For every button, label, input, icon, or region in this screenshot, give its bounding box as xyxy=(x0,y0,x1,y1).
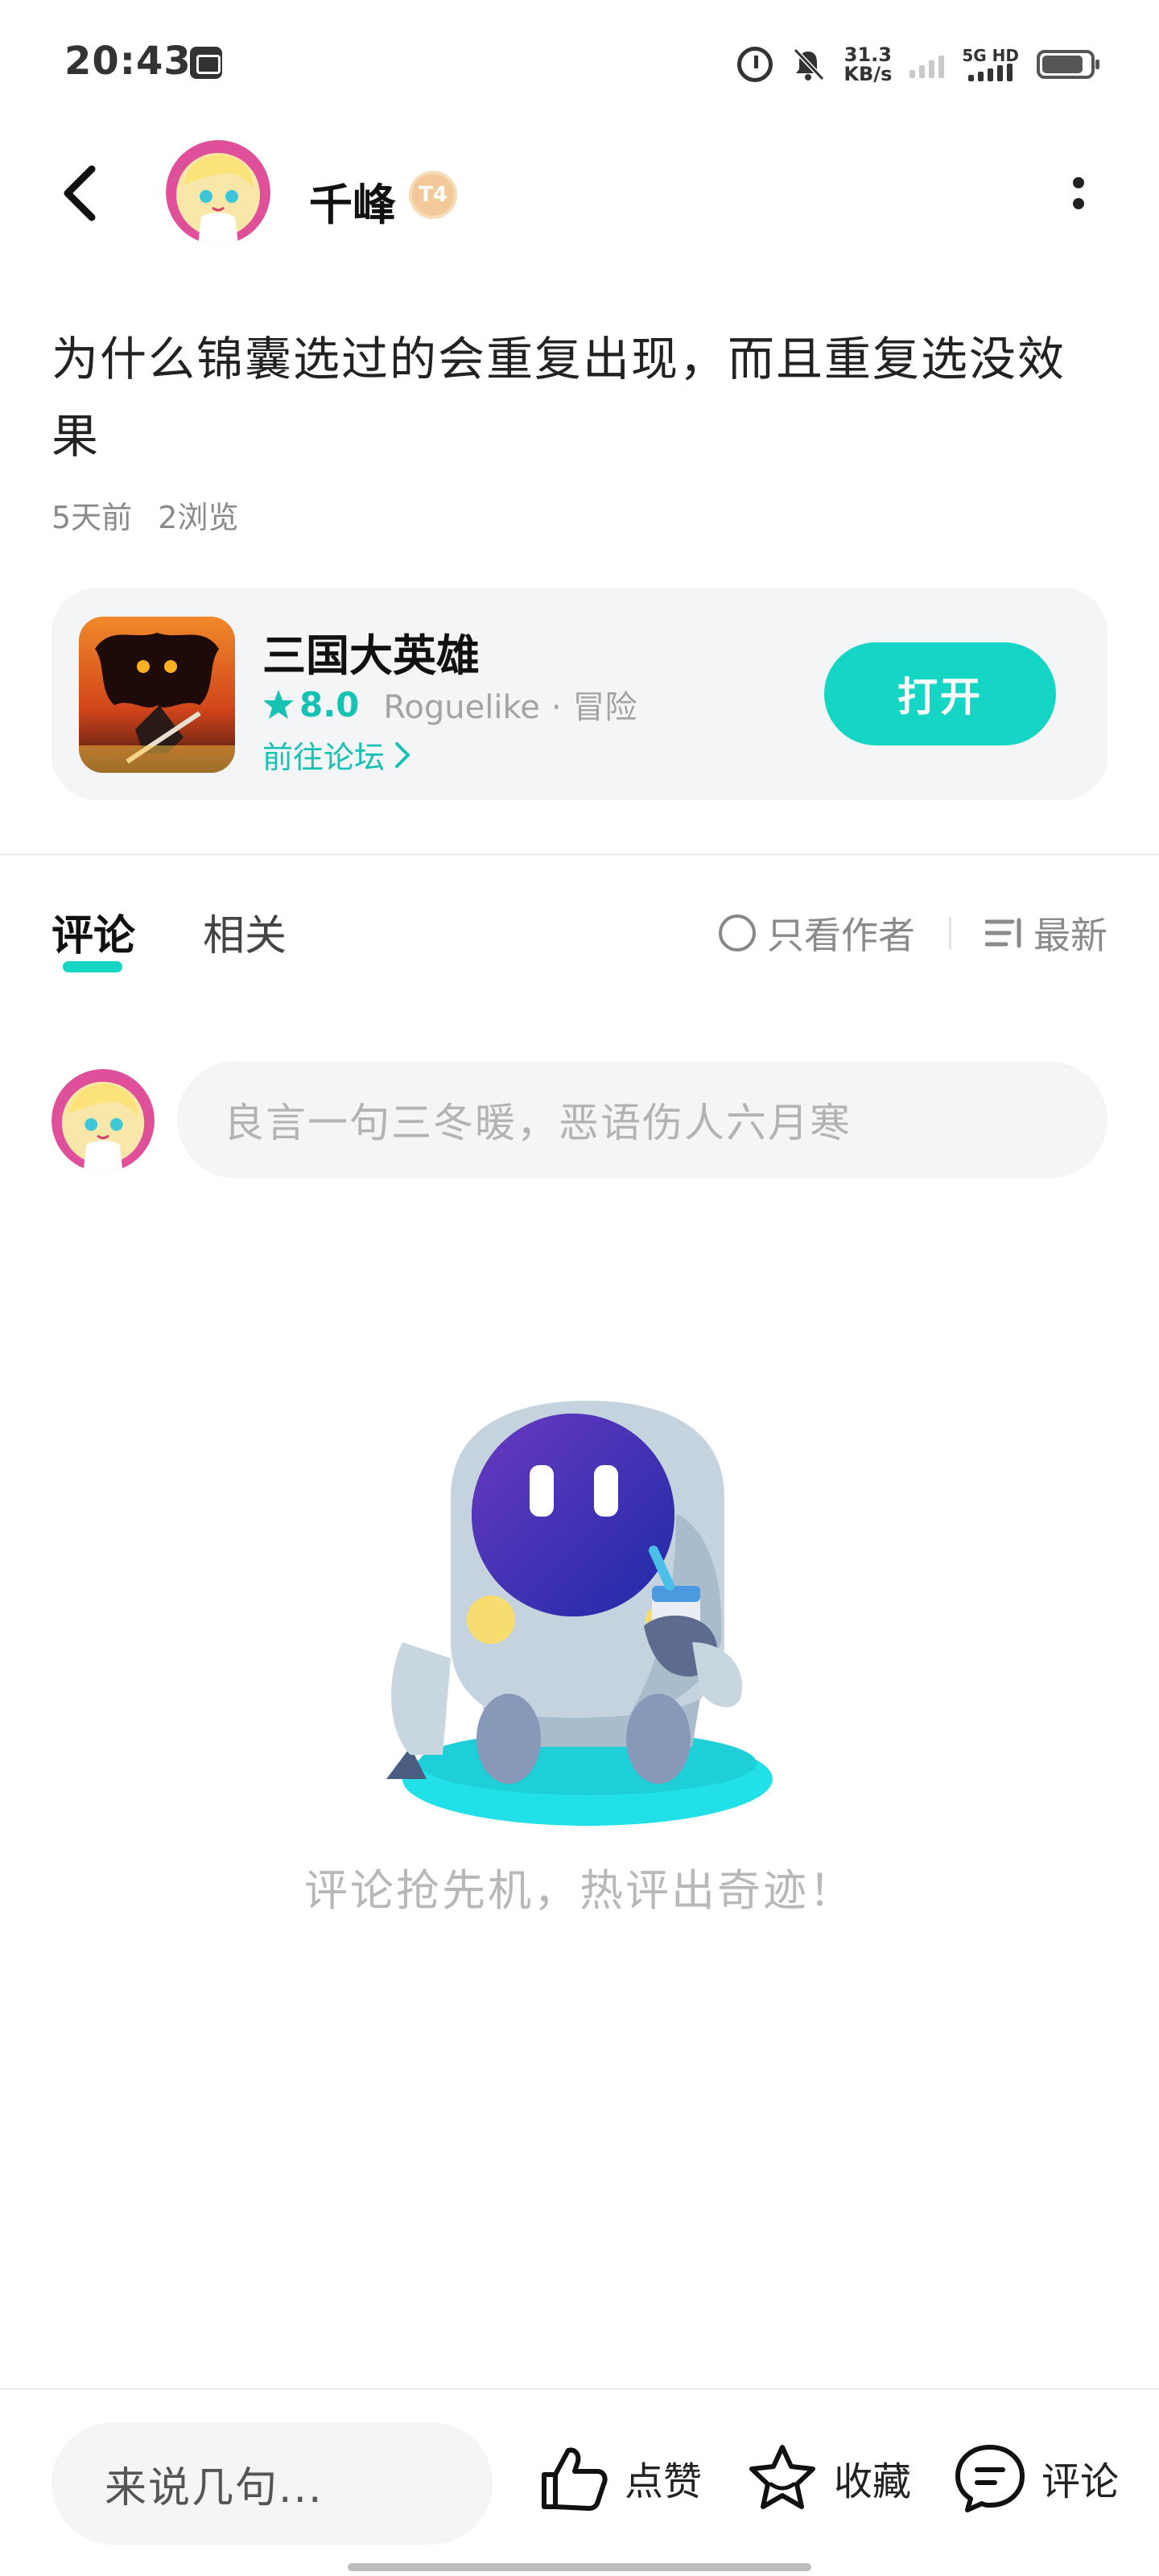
tab-comments-label: 评论 xyxy=(52,912,136,960)
author-name[interactable]: 千峰 xyxy=(309,169,396,233)
chat-bubble-icon xyxy=(955,2445,1025,2512)
post-views: 2浏览 xyxy=(158,500,239,535)
user-avatar[interactable] xyxy=(52,1069,155,1172)
network-type: 5G HD xyxy=(962,46,1019,65)
empty-state-message: 评论抢先机，热评出奇迹！ xyxy=(304,1865,855,1916)
forum-link[interactable]: 前往论坛 xyxy=(262,733,412,777)
like-label: 点赞 xyxy=(625,2459,703,2504)
comment-input[interactable]: 良言一句三冬暖，恶语伤人六月寒 xyxy=(177,1061,1107,1179)
level-badge: T4 xyxy=(409,171,457,219)
cellular-signal-icon: 5G HD xyxy=(962,47,1019,81)
filter-separator xyxy=(949,917,951,949)
sort-label: 最新 xyxy=(1033,914,1107,957)
section-divider xyxy=(0,853,1159,856)
home-indicator[interactable] xyxy=(348,2563,811,2571)
game-info: 8.0 Roguelike · 冒险 xyxy=(262,681,637,728)
wifi-signal-icon xyxy=(909,51,945,78)
game-tags: Roguelike · 冒险 xyxy=(383,689,637,726)
favorite-button[interactable]: 收藏 xyxy=(745,2434,911,2522)
alarm-icon xyxy=(737,47,773,82)
more-options-button[interactable] xyxy=(1046,161,1111,225)
star-outline-icon xyxy=(749,2445,815,2509)
back-arrow-icon xyxy=(64,165,96,221)
open-game-button[interactable]: 打开 xyxy=(824,642,1056,745)
comment-tabs: 评论 相关 xyxy=(52,902,287,974)
quick-comment-input[interactable]: 来说几句... xyxy=(52,2422,493,2545)
comment-filters: 只看作者 最新 xyxy=(719,906,1107,960)
author-only-label: 只看作者 xyxy=(767,914,915,957)
radio-icon xyxy=(719,914,756,952)
author-avatar[interactable] xyxy=(166,140,270,245)
game-cover-image[interactable] xyxy=(79,617,235,773)
comment-button[interactable]: 评论 xyxy=(953,2434,1119,2522)
tab-active-indicator xyxy=(63,961,122,972)
sort-icon xyxy=(985,918,1021,948)
game-name[interactable]: 三国大英雄 xyxy=(262,620,480,683)
author-only-toggle[interactable]: 只看作者 xyxy=(719,906,915,960)
network-speed: 31.3 KB/s xyxy=(843,45,892,84)
post-meta: 5天前 2浏览 xyxy=(52,493,238,537)
post-title: 为什么锦囊选过的会重复出现，而且重复选没效果 xyxy=(52,332,1066,464)
status-icons: 31.3 KB/s 5G HD xyxy=(737,42,1099,87)
favorite-label: 收藏 xyxy=(834,2459,912,2504)
star-icon xyxy=(263,690,294,719)
network-speed-unit: KB/s xyxy=(843,63,893,85)
comment-label: 评论 xyxy=(1041,2459,1120,2504)
game-genre: Roguelike xyxy=(383,689,540,726)
post-time: 5天前 xyxy=(52,500,133,535)
sort-button[interactable]: 最新 xyxy=(985,906,1107,960)
more-icon xyxy=(1073,177,1084,188)
comment-compose-row: 良言一句三冬暖，恶语伤人六月寒 xyxy=(52,1061,1107,1179)
robot-mascot-illustration xyxy=(386,1401,773,1826)
back-button[interactable] xyxy=(48,161,113,225)
bottom-action-bar: 来说几句... 点赞 收藏 评论 xyxy=(0,2390,1159,2576)
notification-app-icon xyxy=(190,47,222,79)
network-speed-value: 31.3 xyxy=(843,43,892,66)
game-category: 冒险 xyxy=(572,689,637,726)
battery-level xyxy=(1042,56,1083,73)
battery-icon xyxy=(1037,50,1099,79)
game-card[interactable]: 三国大英雄 8.0 Roguelike · 冒险 前往论坛 打开 xyxy=(52,588,1107,800)
tab-comments[interactable]: 评论 xyxy=(52,902,135,974)
tab-related-label: 相关 xyxy=(203,912,287,960)
status-time: 20:43 xyxy=(64,39,192,84)
thumbs-up-icon xyxy=(542,2447,608,2511)
bell-off-icon xyxy=(794,47,825,81)
forum-link-label: 前往论坛 xyxy=(262,740,386,775)
game-rating: 8.0 xyxy=(299,684,360,724)
status-bar: 20:43 31.3 KB/s 5G HD xyxy=(0,0,1159,121)
tab-related[interactable]: 相关 xyxy=(203,902,287,974)
like-button[interactable]: 点赞 xyxy=(536,2434,702,2522)
chevron-right-icon xyxy=(395,741,410,768)
post-header: 千峰 T4 xyxy=(0,137,1159,250)
